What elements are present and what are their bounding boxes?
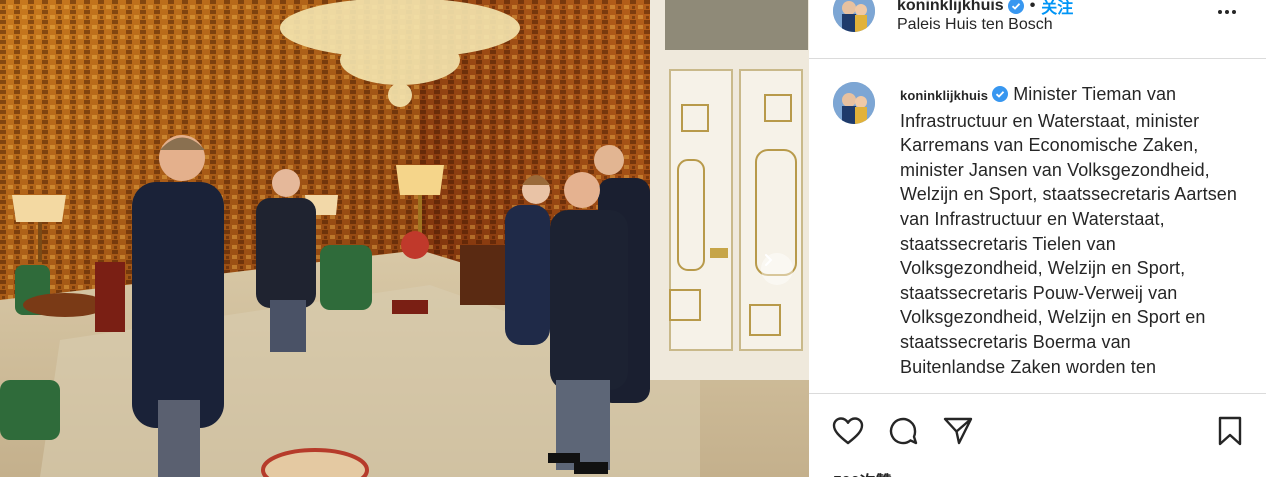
- bookmark-icon: [1218, 416, 1242, 446]
- heart-icon: [832, 417, 864, 445]
- verified-badge-icon: [1007, 0, 1024, 14]
- post-side-panel: koninklijkhuis • 关注 Paleis Huis ten Bosc…: [809, 0, 1266, 477]
- post-photo[interactable]: [0, 0, 809, 477]
- avatar[interactable]: [833, 0, 875, 32]
- caption-text: Minister Tieman van Infrastructuur en Wa…: [900, 84, 1238, 377]
- ceremony-photo: [0, 0, 809, 477]
- verified-badge-icon: [992, 86, 1009, 102]
- avatar-image: [833, 82, 875, 124]
- post-header: koninklijkhuis • 关注 Paleis Huis ten Bosc…: [809, 0, 1266, 59]
- send-icon: [943, 417, 973, 445]
- save-button[interactable]: [1213, 414, 1247, 448]
- comment-icon: [889, 417, 918, 445]
- caption-text-block: koninklijkhuis Minister Tieman van Infra…: [900, 82, 1240, 379]
- action-bar: 590次赞: [809, 393, 1266, 477]
- caption-section: koninklijkhuis Minister Tieman van Infra…: [809, 58, 1266, 393]
- more-horizontal-icon: [1218, 10, 1236, 14]
- more-options-button[interactable]: [1215, 0, 1239, 24]
- chevron-right-icon: [765, 254, 773, 266]
- caption-avatar[interactable]: [833, 82, 875, 124]
- separator-dot: •: [1029, 0, 1036, 14]
- like-count[interactable]: 590次赞: [833, 468, 892, 477]
- location-link[interactable]: Paleis Huis ten Bosch: [897, 16, 1053, 34]
- header-username[interactable]: koninklijkhuis: [897, 0, 1004, 15]
- comment-button[interactable]: [886, 414, 920, 448]
- caption-username[interactable]: koninklijkhuis: [900, 88, 988, 103]
- avatar-image: [833, 0, 875, 32]
- next-photo-button[interactable]: [761, 253, 793, 285]
- like-button[interactable]: [831, 414, 865, 448]
- share-button[interactable]: [941, 414, 975, 448]
